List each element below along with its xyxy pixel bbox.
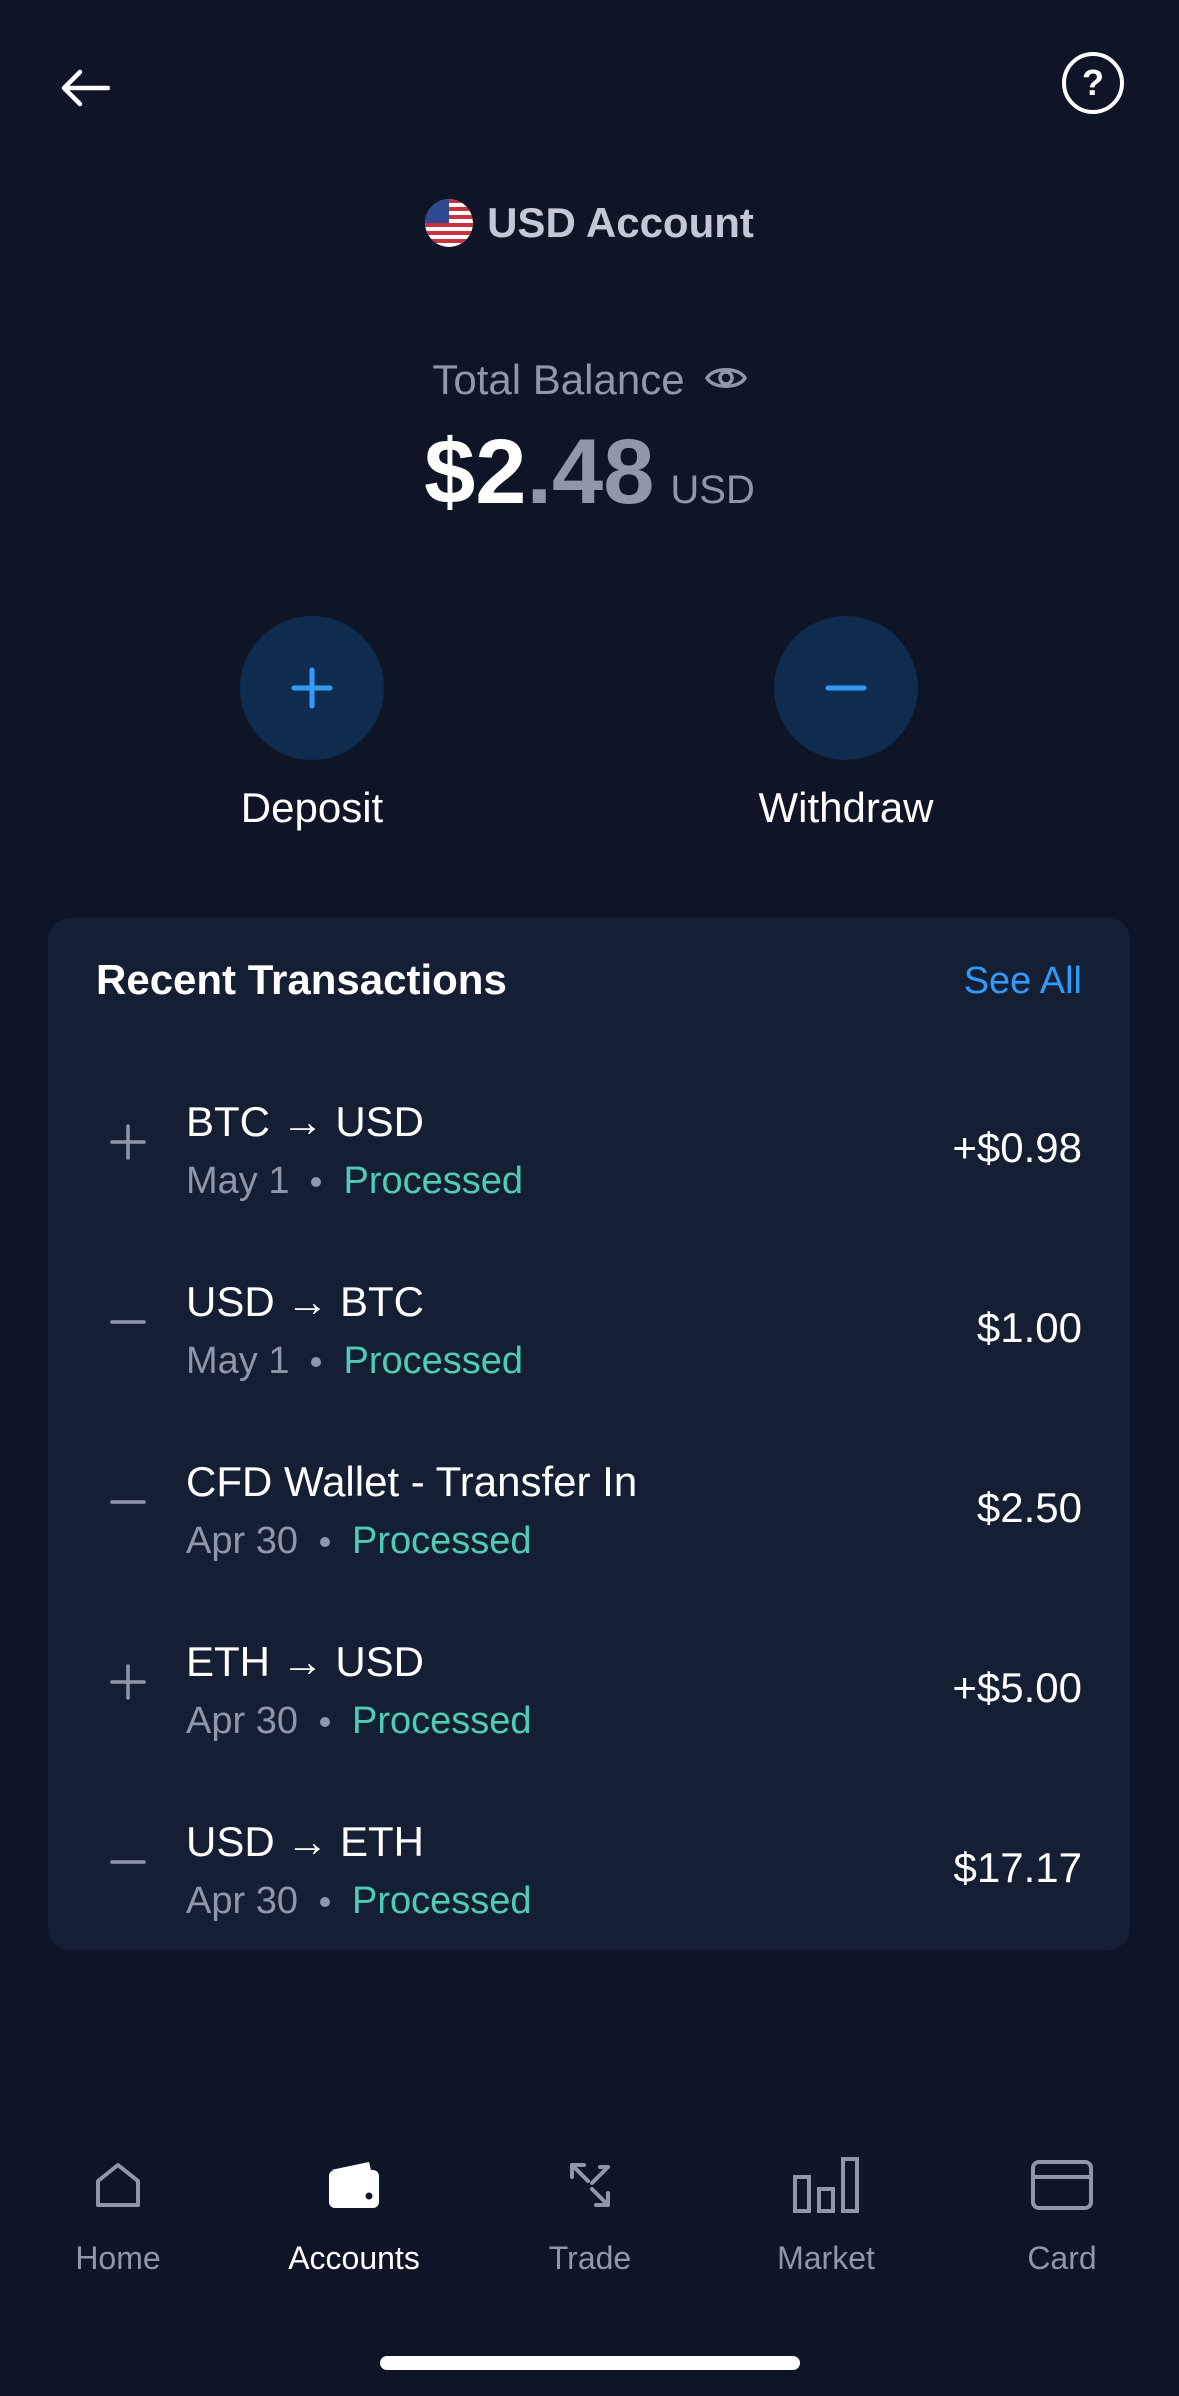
transaction-row[interactable]: CFD Wallet - Transfer In Apr 30 Processe…	[48, 1432, 1130, 1612]
see-all-link[interactable]: See All	[964, 960, 1082, 1003]
total-balance-label: Total Balance	[432, 356, 685, 403]
transaction-status: Processed	[351, 1520, 532, 1562]
transaction-meta: May 1 Processed	[186, 1340, 523, 1383]
withdraw-circle	[774, 616, 918, 760]
transaction-status: Processed	[351, 1700, 532, 1742]
eye-icon[interactable]	[704, 356, 747, 404]
nav-item-card[interactable]: Card	[944, 2150, 1179, 2290]
account-header: USD Account	[0, 190, 1179, 256]
deposit-label: Deposit	[240, 784, 384, 831]
home-indicator[interactable]	[380, 2356, 800, 2370]
trade-arrows-icon	[555, 2150, 625, 2220]
transaction-date: Apr 30	[186, 1700, 298, 1742]
nav-item-market[interactable]: Market	[708, 2150, 944, 2290]
recent-transactions-card: Recent Transactions See All BTC → USD Ma…	[48, 918, 1130, 1950]
balance-amount: $2 .48 USD	[0, 420, 1179, 540]
transaction-title: BTC → USD	[186, 1098, 425, 1145]
balance-currency: USD	[670, 468, 755, 512]
deposit-circle	[240, 616, 384, 760]
transaction-status: Processed	[343, 1340, 524, 1382]
separator-dot	[319, 1896, 330, 1907]
transaction-row[interactable]: USD → ETH Apr 30 Processed $17.17	[48, 1792, 1130, 1972]
transaction-meta: Apr 30 Processed	[186, 1520, 532, 1563]
transaction-row[interactable]: BTC → USD May 1 Processed +$0.98	[48, 1072, 1130, 1252]
balance-whole: $2	[424, 421, 527, 523]
minus-icon	[825, 685, 867, 691]
transaction-date: May 1	[186, 1340, 290, 1382]
plus-icon	[291, 667, 333, 709]
nav-label-accounts: Accounts	[288, 2240, 420, 2276]
nav-item-home[interactable]: Home	[0, 2150, 236, 2290]
transaction-meta: Apr 30 Processed	[186, 1700, 532, 1743]
transaction-row[interactable]: USD → BTC May 1 Processed $1.00	[48, 1252, 1130, 1432]
minus-icon	[110, 1320, 146, 1324]
bottom-nav: Home Accounts Trade Market Card	[0, 2150, 1179, 2310]
minus-icon	[110, 1860, 146, 1864]
transaction-date: May 1	[186, 1160, 290, 1202]
plus-icon	[110, 1124, 146, 1160]
question-circle-icon: ?	[1082, 62, 1104, 103]
separator-dot	[311, 1176, 322, 1187]
back-button[interactable]	[48, 52, 120, 124]
account-title: USD Account	[487, 199, 754, 246]
transaction-row[interactable]: ETH → USD Apr 30 Processed +$5.00	[48, 1612, 1130, 1792]
transaction-amount: $1.00	[976, 1304, 1082, 1351]
transaction-status: Processed	[343, 1160, 524, 1202]
transaction-meta: Apr 30 Processed	[186, 1880, 532, 1923]
wallet-icon	[319, 2150, 389, 2220]
transaction-date: Apr 30	[186, 1520, 298, 1562]
nav-label-market: Market	[777, 2240, 875, 2276]
home-icon	[83, 2150, 153, 2220]
plus-icon	[110, 1664, 146, 1700]
withdraw-label: Withdraw	[758, 784, 934, 831]
nav-label-home: Home	[75, 2240, 161, 2276]
bar-chart-icon	[791, 2150, 861, 2220]
nav-label-card: Card	[1027, 2240, 1097, 2276]
recent-transactions-title: Recent Transactions	[96, 956, 507, 1003]
transaction-title: CFD Wallet - Transfer In	[186, 1458, 638, 1505]
transaction-title: USD → BTC	[186, 1278, 425, 1325]
transaction-amount: $2.50	[976, 1484, 1082, 1531]
transaction-date: Apr 30	[186, 1880, 298, 1922]
nav-item-accounts[interactable]: Accounts	[236, 2150, 472, 2290]
balance-label-row: Total Balance	[0, 352, 1179, 408]
transaction-status: Processed	[351, 1880, 532, 1922]
transaction-title: USD → ETH	[186, 1818, 425, 1865]
nav-label-trade: Trade	[548, 2240, 632, 2276]
deposit-button[interactable]: Deposit	[162, 616, 462, 846]
separator-dot	[319, 1536, 330, 1547]
minus-icon	[110, 1500, 146, 1504]
transaction-amount: +$5.00	[952, 1664, 1082, 1711]
balance-cents: .48	[526, 421, 655, 523]
arrow-left-icon	[61, 69, 110, 107]
help-button[interactable]: ?	[1062, 52, 1124, 114]
transaction-title: ETH → USD	[186, 1638, 425, 1685]
withdraw-button[interactable]: Withdraw	[696, 616, 996, 846]
transaction-amount: +$0.98	[952, 1124, 1082, 1171]
separator-dot	[311, 1356, 322, 1367]
transaction-amount: $17.17	[953, 1844, 1082, 1891]
nav-item-trade[interactable]: Trade	[472, 2150, 708, 2290]
separator-dot	[319, 1716, 330, 1727]
transaction-meta: May 1 Processed	[186, 1160, 523, 1203]
us-flag-icon	[425, 199, 474, 247]
credit-card-icon	[1027, 2150, 1097, 2220]
